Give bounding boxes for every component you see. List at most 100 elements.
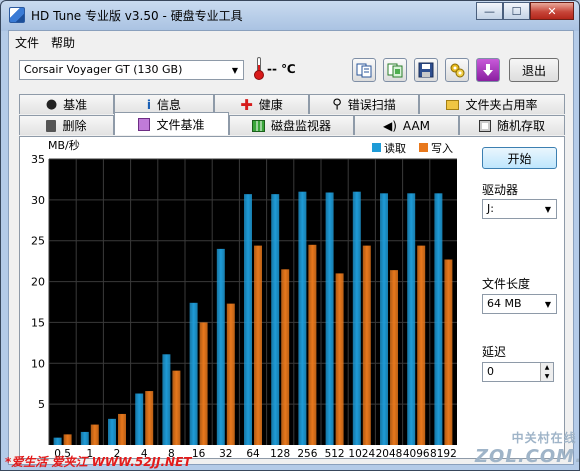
read-bar <box>189 302 198 445</box>
watermark-right: 中关村在线 ZOL.COM.CN <box>475 429 579 467</box>
write-bar <box>172 370 181 445</box>
write-bar <box>226 303 235 445</box>
read-bar <box>216 248 225 445</box>
read-bar <box>162 354 171 445</box>
chevron-down-icon: ▼ <box>544 299 552 309</box>
app-icon <box>9 7 25 23</box>
maximize-button[interactable]: ☐ <box>503 2 530 20</box>
close-button[interactable]: ✕ <box>530 2 574 20</box>
tab-aam[interactable]: ◀) AAM <box>354 115 459 135</box>
read-bar <box>80 431 89 445</box>
tab-error-scan[interactable]: ⚲ 错误扫描 <box>309 94 419 114</box>
tab-label: 磁盘监视器 <box>270 119 331 133</box>
x-tick-label: 4096 <box>403 448 430 459</box>
read-bar <box>135 393 144 445</box>
y-tick-label: 25 <box>31 235 45 248</box>
tab-info[interactable]: i 信息 <box>114 94 214 114</box>
watermark-left: *爱生活 爱夹江 WWW.52JJ.NET <box>5 455 192 469</box>
thermometer-icon <box>254 57 264 80</box>
file-benchmark-panel: MB/秒 读取 写入 5 10 15 20 25 30 35 0.5 1 2 4 8 16 32 64 128 2… <box>19 136 565 459</box>
info-icon: i <box>146 97 152 112</box>
file-benchmark-icon <box>138 117 151 131</box>
copy-screenshot-button[interactable] <box>383 58 407 82</box>
legend-write-swatch <box>419 143 428 152</box>
write-bar <box>281 269 290 445</box>
write-bar <box>335 273 344 445</box>
write-bar <box>390 270 398 445</box>
read-bar <box>380 193 388 445</box>
spin-up-icon[interactable]: ▲ <box>540 363 553 372</box>
options-button[interactable] <box>445 58 469 82</box>
x-tick-label: 256 <box>297 448 317 459</box>
minimize-button[interactable]: — <box>476 2 503 20</box>
copy-text-button[interactable] <box>352 58 376 82</box>
read-bar <box>244 194 252 445</box>
y-tick-label: 5 <box>38 398 45 411</box>
tab-label: 随机存取 <box>496 119 545 133</box>
tab-label: 信息 <box>157 98 182 112</box>
tab-label: AAM <box>402 118 431 133</box>
drive-letter-select[interactable]: J: ▼ <box>482 199 557 219</box>
read-bar <box>271 194 280 445</box>
write-bar <box>254 245 262 445</box>
spin-down-icon[interactable]: ▼ <box>540 372 553 381</box>
tab-label: 删除 <box>62 119 87 133</box>
tab-health[interactable]: ✚ 健康 <box>214 94 309 114</box>
read-bar <box>434 193 443 445</box>
legend-write-label: 写入 <box>431 142 453 155</box>
tab-label: 健康 <box>258 98 283 112</box>
exit-button[interactable]: 退出 <box>509 58 559 82</box>
temperature-value: -- ℃ <box>267 62 296 76</box>
y-tick-label: 20 <box>31 276 45 289</box>
tab-strip: ● 基准 i 信息 ✚ 健康 ⚲ 错误扫描 文件夹占用率 删除 文件基准 磁盘监… <box>19 94 565 138</box>
x-tick-label: 16 <box>192 448 206 459</box>
y-tick-label: 30 <box>31 194 45 207</box>
delay-spinbox[interactable]: 0 ▲ ▼ <box>482 362 554 382</box>
watermark-right-bottom: ZOL.COM.CN <box>475 446 579 467</box>
client-area: 文件 帮助 Corsair Voyager GT (130 GB) ▼ -- ℃ <box>8 30 574 465</box>
start-button[interactable]: 开始 <box>482 147 557 169</box>
speaker-icon: ◀) <box>382 118 397 133</box>
tab-disk-monitor[interactable]: 磁盘监视器 <box>229 115 354 135</box>
read-bar <box>325 192 334 445</box>
trash-icon <box>46 119 57 132</box>
drive-select[interactable]: Corsair Voyager GT (130 GB) ▼ <box>19 60 244 80</box>
delay-value: 0 <box>487 365 494 378</box>
tab-file-benchmark[interactable]: 文件基准 <box>114 112 229 135</box>
title-bar[interactable]: HD Tune 专业版 v3.50 - 硬盘专业工具 — ☐ ✕ <box>1 1 579 29</box>
read-bar <box>298 191 307 445</box>
menu-help[interactable]: 帮助 <box>51 34 75 51</box>
x-tick-label: 64 <box>246 448 260 459</box>
legend-read-label: 读取 <box>384 141 406 155</box>
tab-benchmark[interactable]: ● 基准 <box>19 94 114 114</box>
save-button[interactable] <box>414 58 438 82</box>
watermark-right-top: 中关村在线 <box>511 431 577 445</box>
tab-folder-usage[interactable]: 文件夹占用率 <box>419 94 565 114</box>
y-tick-label: 15 <box>31 316 45 329</box>
magnifier-icon: ⚲ <box>332 97 342 112</box>
legend-read-swatch <box>372 143 381 152</box>
write-bar <box>145 391 154 445</box>
file-length-label: 文件长度 <box>482 277 531 291</box>
copy-screenshot-icon <box>387 63 403 78</box>
window-title: HD Tune 专业版 v3.50 - 硬盘专业工具 <box>31 9 243 23</box>
read-bar <box>108 418 116 445</box>
toolbar: Corsair Voyager GT (130 GB) ▼ -- ℃ 退出 <box>9 52 573 90</box>
write-bar <box>417 245 426 445</box>
file-length-value: 64 MB <box>487 297 522 310</box>
write-bar <box>199 322 208 445</box>
tab-label: 基准 <box>63 98 88 112</box>
tab-erase[interactable]: 删除 <box>19 115 114 135</box>
app-window: HD Tune 专业版 v3.50 - 硬盘专业工具 — ☐ ✕ 文件 帮助 C… <box>0 0 580 471</box>
menu-file[interactable]: 文件 <box>15 34 39 51</box>
tab-random-access[interactable]: 随机存取 <box>459 115 565 135</box>
lightbulb-icon: ● <box>45 97 58 112</box>
x-tick-label: 2048 <box>376 448 403 459</box>
download-button[interactable] <box>476 58 500 82</box>
folder-icon <box>446 99 460 110</box>
x-tick-label: 512 <box>325 448 345 459</box>
x-tick-label: 1024 <box>348 448 375 459</box>
write-bar <box>63 434 72 445</box>
file-length-select[interactable]: 64 MB ▼ <box>482 294 557 314</box>
delay-label: 延迟 <box>482 345 507 359</box>
